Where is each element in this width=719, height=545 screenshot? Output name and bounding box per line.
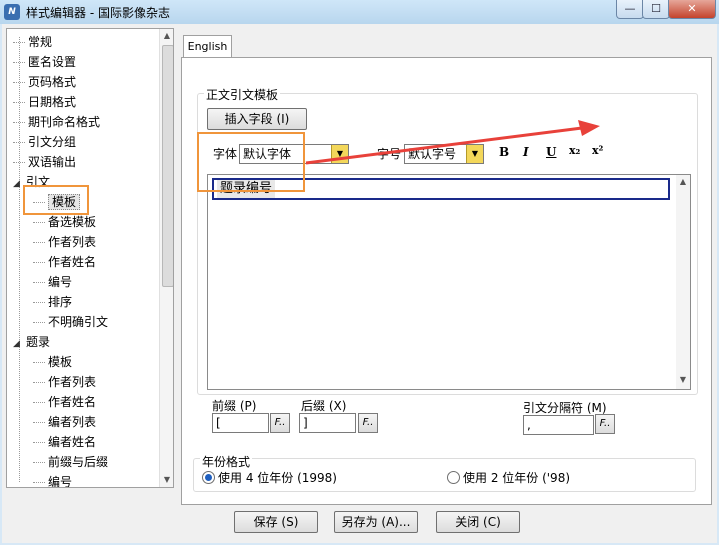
annotation-arrow-line: [305, 126, 583, 165]
style-editor-window: N 样式编辑器 - 国际影像杂志 — ☐ ✕ 常规 匿名设置 页码格式 日期格式 期刊命…: [0, 0, 719, 545]
annotation-arrow: [305, 120, 600, 165]
annotation-arrow-head: [578, 120, 600, 136]
